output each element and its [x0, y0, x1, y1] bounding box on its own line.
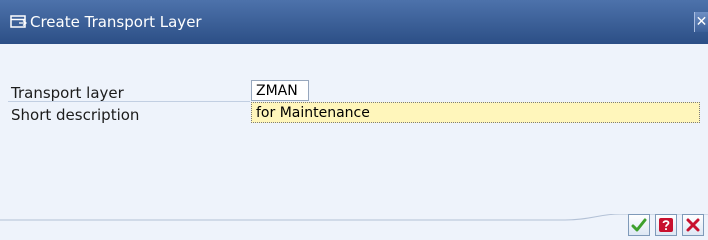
help-button[interactable] [655, 214, 677, 236]
red-x-icon [686, 218, 700, 232]
short-description-label: Short description [11, 106, 140, 124]
green-check-icon [631, 218, 647, 232]
dialog-window-icon [10, 15, 28, 28]
dialog-title: Create Transport Layer [30, 13, 202, 31]
short-description-row: Short description [0, 102, 708, 124]
dialog-title-bar: Create Transport Layer ✕ [0, 0, 708, 44]
transport-layer-label: Transport layer [11, 84, 124, 102]
footer-separator [0, 214, 708, 221]
red-question-icon [659, 218, 673, 232]
cancel-button[interactable] [682, 214, 704, 236]
close-icon: ✕ [695, 14, 708, 30]
short-description-input[interactable] [251, 102, 700, 123]
close-button[interactable]: ✕ [694, 12, 708, 32]
ok-button[interactable] [628, 214, 650, 236]
transport-layer-input[interactable] [251, 80, 309, 101]
transport-layer-row: Transport layer [0, 80, 708, 102]
